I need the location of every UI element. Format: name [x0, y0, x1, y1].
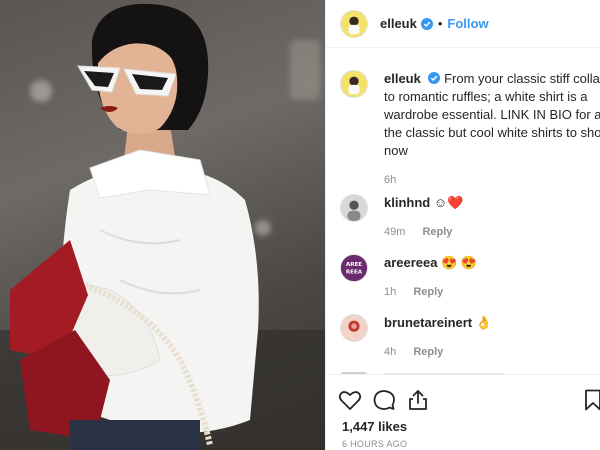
follow-button[interactable]: Follow	[447, 16, 488, 31]
post-actions: 1,447 likes 6 HOURS AGO	[326, 374, 600, 450]
post-details-panel: elleuk • Follow elleuk From your classic…	[325, 0, 600, 450]
fashion-photo-illustration	[0, 3, 325, 450]
comment-text: ☺❤️	[433, 195, 464, 210]
comment-text: 😍 😍	[441, 255, 478, 270]
comment-time: 1h	[384, 286, 397, 298]
post-photo[interactable]	[0, 0, 325, 450]
comments-list[interactable]: elleuk From your classic stiff collar, t…	[326, 48, 600, 374]
caption-username[interactable]: elleuk	[384, 71, 421, 86]
reply-button[interactable]: Reply	[413, 346, 443, 358]
svg-text:AREE: AREE	[346, 262, 362, 268]
bookmark-icon[interactable]	[581, 388, 600, 412]
svg-text:REEA: REEA	[346, 270, 363, 276]
comment-time: 49m	[384, 226, 406, 238]
elle-avatar-icon	[341, 71, 367, 97]
comment-text: 👌	[475, 315, 492, 330]
verified-badge-icon	[420, 17, 433, 30]
comment-username[interactable]: klinhnd	[384, 195, 430, 210]
heart-icon[interactable]	[338, 388, 362, 412]
user-avatar-icon	[341, 195, 367, 221]
avatar[interactable]	[340, 194, 368, 222]
comment-username[interactable]: brunetareinert	[384, 315, 472, 330]
caption-time: 6h	[384, 174, 397, 186]
avatar[interactable]	[340, 314, 368, 342]
reply-button[interactable]: Reply	[422, 226, 452, 238]
areereea-avatar-icon: AREE REEA	[341, 255, 367, 281]
user-avatar-icon	[341, 315, 367, 341]
separator-dot: •	[437, 16, 443, 31]
avatar[interactable]: AREE REEA	[340, 254, 368, 282]
post-timestamp: 6 HOURS AGO	[342, 439, 408, 449]
avatar[interactable]	[340, 70, 368, 98]
post-author-username[interactable]: elleuk	[380, 16, 417, 31]
comment-time: 4h	[384, 346, 397, 358]
share-icon[interactable]	[406, 388, 430, 412]
verified-badge-icon	[428, 72, 441, 84]
likes-count[interactable]: 1,447 likes	[342, 419, 407, 434]
comment-bubble-icon[interactable]	[372, 388, 396, 412]
reply-button[interactable]: Reply	[413, 286, 443, 298]
avatar[interactable]	[340, 9, 368, 38]
comment-username[interactable]: areereea	[384, 255, 438, 270]
post-header: elleuk • Follow	[326, 0, 600, 48]
elle-avatar-icon	[341, 10, 367, 37]
